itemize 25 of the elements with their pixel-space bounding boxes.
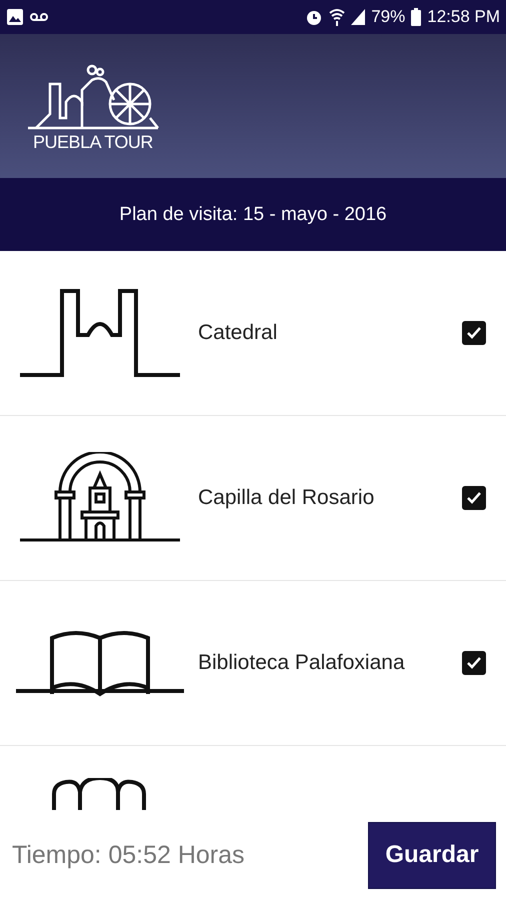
place-checkbox[interactable] bbox=[462, 651, 486, 675]
plan-title: Plan de visita: 15 - mayo - 2016 bbox=[119, 204, 387, 226]
battery-icon bbox=[411, 8, 422, 26]
save-button[interactable]: Guardar bbox=[368, 822, 496, 888]
battery-percent: 79% bbox=[371, 7, 406, 27]
chapel-icon bbox=[18, 452, 182, 544]
logo-text: PUEBLA TOUR bbox=[33, 132, 153, 152]
place-checkbox[interactable] bbox=[462, 486, 486, 510]
alarm-icon bbox=[305, 8, 324, 26]
place-name: Catedral bbox=[198, 321, 278, 345]
gallery-icon bbox=[6, 8, 24, 26]
arches-icon bbox=[52, 778, 146, 810]
open-book-icon bbox=[16, 628, 184, 698]
checkmark-icon bbox=[466, 326, 482, 340]
signal-icon bbox=[351, 9, 366, 25]
checkmark-icon bbox=[466, 491, 482, 505]
checkmark-icon bbox=[466, 656, 482, 670]
clock-time: 12:58 PM bbox=[427, 7, 500, 27]
voicemail-icon bbox=[30, 12, 48, 22]
cathedral-icon bbox=[18, 287, 182, 379]
place-checkbox[interactable] bbox=[462, 321, 486, 345]
total-time: Tiempo: 05:52 Horas bbox=[12, 840, 245, 870]
place-name: Capilla del Rosario bbox=[198, 486, 376, 510]
place-name: Biblioteca Palafoxiana bbox=[198, 651, 406, 675]
wifi-icon bbox=[329, 8, 346, 26]
